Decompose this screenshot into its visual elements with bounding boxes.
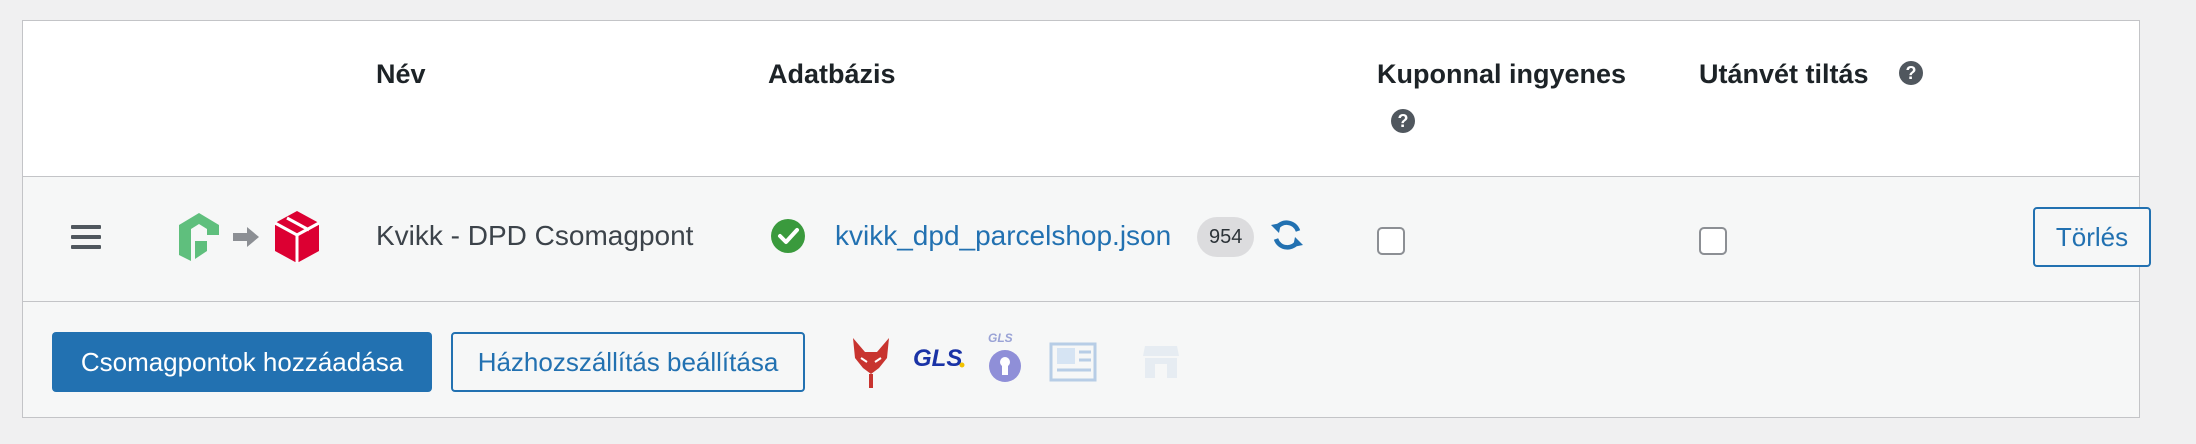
- arrow-right-icon: [233, 227, 259, 247]
- success-check-icon: [771, 219, 805, 253]
- gls-locker-icon[interactable]: GLS: [985, 330, 1025, 386]
- coupon-free-checkbox[interactable]: [1377, 227, 1405, 255]
- column-header-name: Név: [376, 59, 426, 89]
- packeta-icon[interactable]: [1049, 338, 1097, 382]
- table-header: Név Adatbázis Kuponnal ingyenes ? Utánvé…: [23, 21, 2139, 177]
- drag-handle-icon[interactable]: [71, 225, 101, 255]
- column-header-database: Adatbázis: [768, 59, 896, 89]
- foxpost-icon[interactable]: [849, 336, 893, 388]
- gls-icon[interactable]: GLS: [913, 344, 965, 372]
- delete-button[interactable]: Törlés: [2033, 207, 2151, 267]
- pickup-points-table: Név Adatbázis Kuponnal ingyenes ? Utánvé…: [22, 20, 2151, 418]
- cod-disable-checkbox[interactable]: [1699, 227, 1727, 255]
- record-count-badge: 954: [1197, 217, 1255, 257]
- dpd-logo-icon: [274, 211, 320, 263]
- svg-text:GLS: GLS: [913, 345, 962, 372]
- home-delivery-settings-button[interactable]: Házhozszállítás beállítása: [451, 332, 805, 392]
- svg-text:GLS: GLS: [988, 331, 1013, 345]
- column-header-coupon-free: Kuponnal ingyenes: [1377, 59, 1627, 89]
- table-row: Kvikk - DPD Csomagpont kvikk_dpd_parcels…: [23, 177, 2151, 302]
- database-file-link[interactable]: kvikk_dpd_parcelshop.json: [835, 220, 1171, 252]
- store-icon[interactable]: [1141, 342, 1181, 380]
- table-footer: Csomagpontok hozzáadása Házhozszállítás …: [23, 302, 2139, 417]
- help-icon[interactable]: ?: [1391, 109, 1415, 133]
- help-icon[interactable]: ?: [1899, 61, 1923, 85]
- row-name: Kvikk - DPD Csomagpont: [376, 220, 694, 251]
- add-pickup-points-button[interactable]: Csomagpontok hozzáadása: [52, 332, 432, 392]
- column-header-cod-disable: Utánvét tiltás: [1699, 59, 1869, 89]
- kvikk-logo-icon: [179, 213, 219, 261]
- refresh-icon[interactable]: [1269, 217, 1305, 253]
